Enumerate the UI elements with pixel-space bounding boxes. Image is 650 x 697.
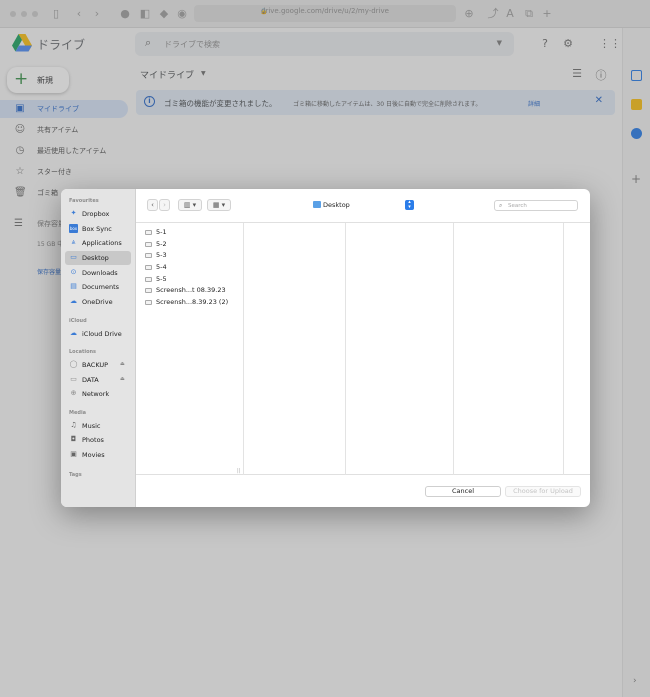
icloud-icon: ☁ xyxy=(70,329,77,337)
sidebar-item-network[interactable]: ⊕ Network xyxy=(65,387,131,401)
file-icon xyxy=(145,242,152,247)
folder-icon xyxy=(313,201,321,208)
sidebar-item-dropbox[interactable]: ✦ Dropbox xyxy=(65,207,131,221)
choose-for-upload-button[interactable]: Choose for Upload xyxy=(505,486,581,497)
sidebar-item-backup[interactable]: ◯ BACKUP ⏏ xyxy=(65,358,131,372)
image-file-icon xyxy=(145,288,152,293)
dialog-toolbar: ‹ › ▥ ▾ ▦ ▾ Desktop ▴ ▾ ⌕ Search xyxy=(136,189,590,222)
dropbox-icon: ✦ xyxy=(70,209,77,217)
sidebar-item-music[interactable]: ♫ Music xyxy=(65,419,131,433)
sidebar-item-downloads[interactable]: ⊙ Downloads xyxy=(65,266,131,280)
list-item[interactable]: 5-4 xyxy=(145,262,240,273)
file-icon xyxy=(145,265,152,270)
cloud-icon: ☁ xyxy=(70,297,77,305)
dialog-search-input[interactable]: ⌕ Search xyxy=(494,200,578,211)
section-locations: Locations xyxy=(69,349,97,355)
list-item[interactable]: Screensh...t 08.39.23 xyxy=(145,285,240,296)
column-resize-handle[interactable]: || xyxy=(237,468,240,474)
music-icon: ♫ xyxy=(70,421,77,429)
empty-column xyxy=(244,223,346,475)
sidebar-item-box-sync[interactable]: box Box Sync xyxy=(65,222,131,236)
group-button[interactable]: ▦ ▾ xyxy=(207,199,231,211)
empty-column xyxy=(346,223,454,475)
documents-icon: ▤ xyxy=(70,282,77,290)
list-item[interactable]: 5-1 xyxy=(145,227,240,238)
file-icon xyxy=(145,253,152,258)
box-icon: box xyxy=(69,224,78,233)
sidebar-item-onedrive[interactable]: ☁ OneDrive xyxy=(65,295,131,309)
eject-icon[interactable]: ⏏ xyxy=(120,361,125,367)
sidebar-item-photos[interactable]: ◘ Photos xyxy=(65,433,131,447)
up-down-icon: ▴ ▾ xyxy=(405,200,414,210)
drive-disk-icon: ▭ xyxy=(70,375,77,383)
sidebar-item-applications[interactable]: ⩓ Applications xyxy=(65,236,131,250)
column-browser: 5-1 5-2 5-3 5-4 5-5 Screensh...t 08.39.2… xyxy=(136,222,590,475)
list-item[interactable]: 5-5 xyxy=(145,274,240,285)
dialog-sidebar: Favourites ✦ Dropbox box Box Sync ⩓ Appl… xyxy=(61,189,136,507)
cancel-button[interactable]: Cancel xyxy=(425,486,501,497)
file-icon xyxy=(145,277,152,282)
sidebar-item-movies[interactable]: ▣ Movies xyxy=(65,448,131,462)
search-icon: ⌕ xyxy=(499,202,503,209)
movies-icon: ▣ xyxy=(70,450,77,458)
section-tags: Tags xyxy=(69,472,82,478)
section-media: Media xyxy=(69,410,87,416)
sidebar-item-desktop[interactable]: ▭ Desktop xyxy=(65,251,131,265)
section-icloud: iCloud xyxy=(69,318,87,324)
sidebar-item-data[interactable]: ▭ DATA ⏏ xyxy=(65,373,131,387)
image-file-icon xyxy=(145,300,152,305)
section-favourites: Favourites xyxy=(69,198,99,204)
drive-disk-icon: ◯ xyxy=(69,360,78,368)
file-icon xyxy=(145,230,152,235)
back-button[interactable]: ‹ xyxy=(147,199,158,211)
empty-column xyxy=(454,223,564,475)
applications-icon: ⩓ xyxy=(71,238,76,246)
eject-icon[interactable]: ⏏ xyxy=(120,376,125,382)
file-column: 5-1 5-2 5-3 5-4 5-5 Screensh...t 08.39.2… xyxy=(136,223,244,475)
sidebar-item-icloud-drive[interactable]: ☁ iCloud Drive xyxy=(65,327,131,341)
forward-button[interactable]: › xyxy=(159,199,170,211)
location-dropdown[interactable]: Desktop ▴ ▾ xyxy=(311,199,417,211)
file-upload-dialog: Favourites ✦ Dropbox box Box Sync ⩓ Appl… xyxy=(61,189,590,507)
desktop-icon: ▭ xyxy=(70,253,77,261)
list-item[interactable]: 5-2 xyxy=(145,239,240,250)
list-item[interactable]: Screensh...8.39.23 (2) xyxy=(145,297,240,308)
downloads-icon: ⊙ xyxy=(70,268,77,276)
sidebar-item-documents[interactable]: ▤ Documents xyxy=(65,280,131,294)
column-view-button[interactable]: ▥ ▾ xyxy=(178,199,202,211)
list-item[interactable]: 5-3 xyxy=(145,250,240,261)
photos-icon: ◘ xyxy=(70,435,77,443)
network-icon: ⊕ xyxy=(70,389,77,397)
